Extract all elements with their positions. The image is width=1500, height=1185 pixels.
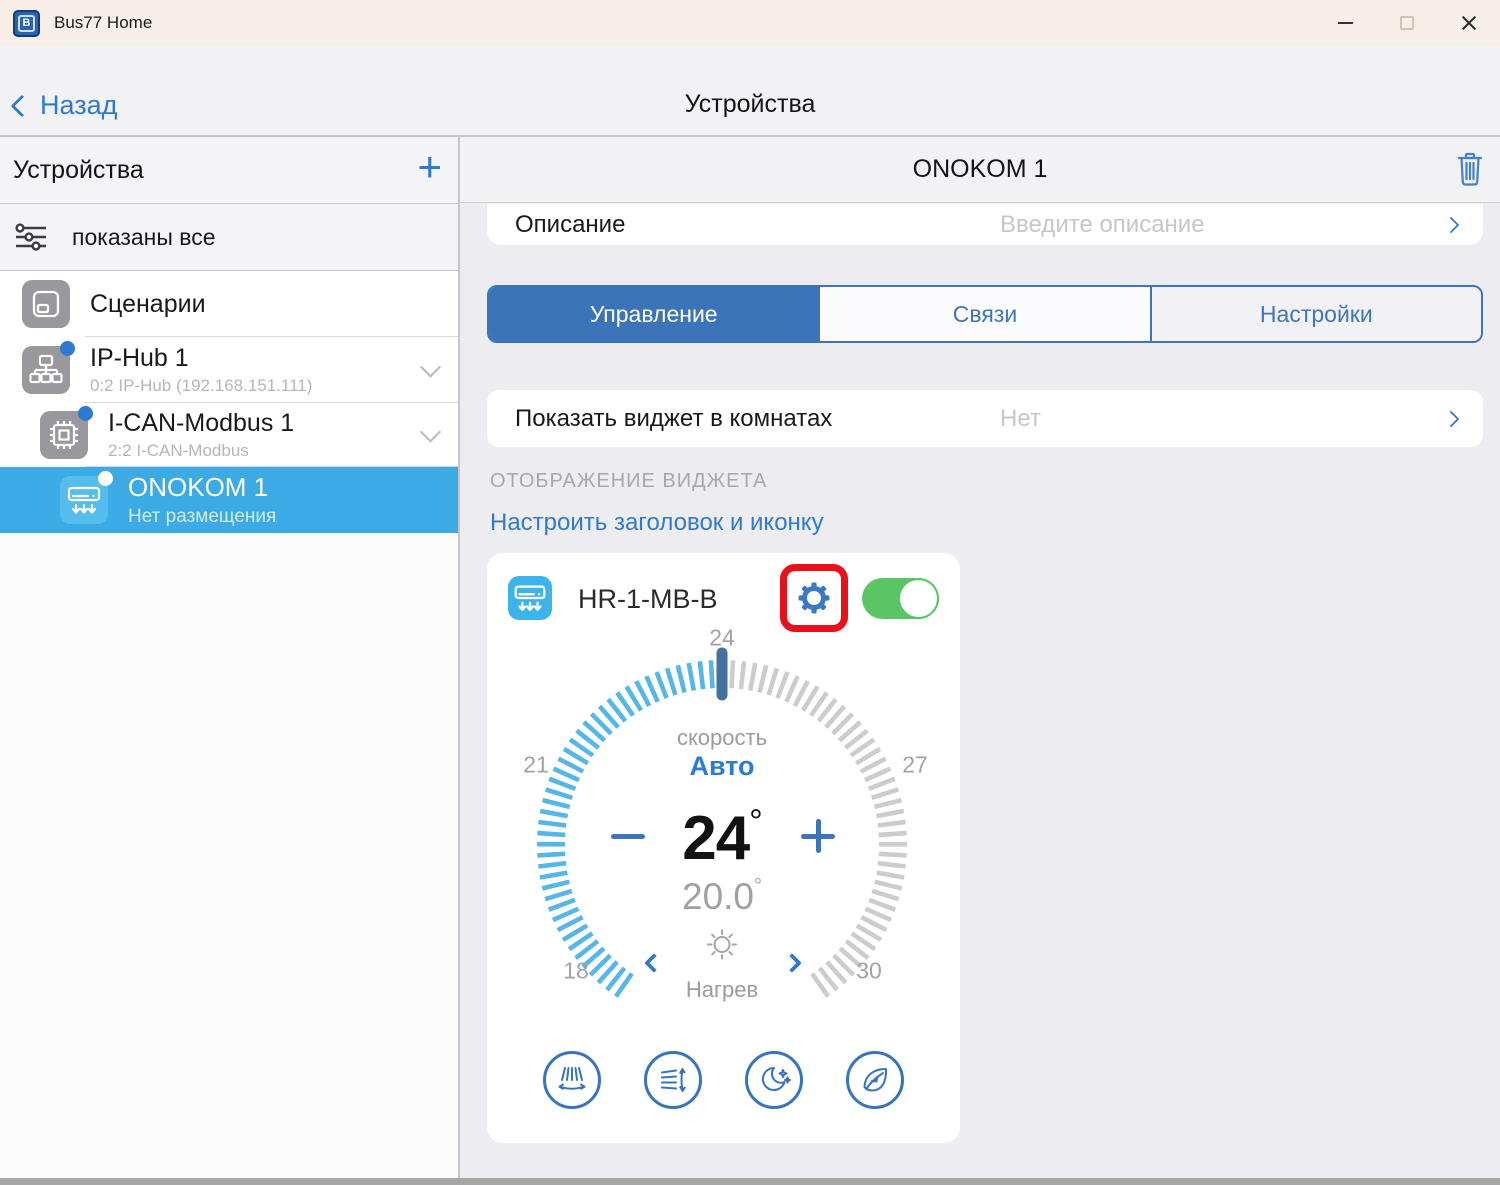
swing-vertical-icon [661,1068,686,1092]
swing-horizontal-icon [558,1067,586,1090]
item-subtitle: Нет размещения [128,506,277,527]
swing-horizontal-button[interactable] [543,1051,601,1109]
item-subtitle: 2:2 I-CAN-Modbus [108,441,249,460]
devices-sidebar: Устройства + показаны все Сценарии IP-Hu… [0,137,460,1185]
configure-title-icon-link[interactable]: Настроить заголовок и иконку [490,509,824,537]
add-device-button[interactable]: + [417,143,442,191]
item-label: ONOKOM 1 [128,472,269,502]
device-detail-panel: ONOKOM 1 Описание Введите описание Управ… [460,137,1500,1185]
maximize-button[interactable] [1376,0,1438,46]
night-mode-button[interactable] [745,1051,803,1109]
fan-speed-label: скорость [676,725,768,750]
sidebar-item-ip-hub[interactable]: IP-Hub 1 0:2 IP-Hub (192.168.151.111) [0,337,458,403]
widget-settings-button-highlighted[interactable] [780,564,848,632]
window-title: Bus77 Home [54,13,153,32]
gear-icon [798,582,830,614]
sidebar-title: Устройства [13,155,144,184]
scenarios-icon [22,280,70,328]
widget-title: HR-1-MB-B [578,584,718,614]
degree-symbol: ° [749,803,763,841]
tab-links[interactable]: Связи [818,287,1152,341]
status-badge [60,341,75,356]
status-badge [98,471,113,486]
widget-ac-icon [508,576,552,620]
dial-label-24: 24 [709,624,735,651]
degree-symbol: ° [754,875,763,897]
app-logo-letter: B [18,14,35,32]
status-badge [78,406,93,421]
device-title: ONOKOM 1 [912,155,1048,183]
sidebar-item-scenarios[interactable]: Сценарии [0,271,458,337]
eco-mode-button[interactable] [846,1051,904,1109]
nav-bar: Назад Устройства [0,46,1500,137]
filter-label: показаны все [72,223,216,250]
close-button[interactable] [1438,0,1500,46]
ac-unit-icon [60,471,113,524]
device-widget-card: HR-1-MB-B 24 21 27 18 30 скорость Авто 2… [487,553,960,1143]
fan-speed-value[interactable]: Авто [689,751,754,782]
ambient-temperature: 20.0° [681,875,763,917]
night-mode-icon [761,1066,791,1091]
close-icon [1460,14,1478,32]
plus-icon-v [815,819,821,853]
item-label: Сценарии [90,289,206,318]
mode-label: Нагрев [685,977,759,1002]
previous-mode-button[interactable] [644,953,664,973]
swing-vertical-button[interactable] [644,1051,702,1109]
item-label: IP-Hub 1 [90,344,189,372]
window-controls [1314,0,1500,46]
next-mode-button[interactable] [782,953,802,973]
decrease-temp-button[interactable] [606,814,650,858]
dial-label-21: 21 [523,751,549,778]
show-widget-rooms-row[interactable]: Показать виджет в комнатах Нет [487,390,1483,447]
increase-temp-button[interactable] [796,814,840,858]
sidebar-header: Устройства + [0,137,458,204]
filter-sliders-icon [15,223,46,251]
description-row[interactable]: Описание Введите описание [487,204,1483,245]
description-label: Описание [515,210,626,238]
sidebar-item-i-can-modbus[interactable]: I-CAN-Modbus 1 2:2 I-CAN-Modbus [0,403,458,467]
chevron-down-icon[interactable] [419,356,442,378]
maximize-icon [1400,16,1414,30]
widget-function-buttons [487,1051,960,1109]
widget-power-toggle[interactable] [862,578,939,619]
hub-icon [22,341,75,394]
filter-row[interactable]: показаны все [0,204,458,271]
toggle-knob [898,578,939,619]
dial-label-27: 27 [902,751,928,778]
horizontal-scrollbar[interactable] [0,1178,1500,1185]
app-logo-icon: B [13,9,40,37]
window-titlebar: B Bus77 Home [0,0,1500,46]
minus-icon [611,833,645,839]
chevron-right-icon [1442,216,1460,233]
heat-mode-sun-icon [700,923,744,972]
rooms-row-label: Показать виджет в комнатах [515,404,833,432]
minimize-icon [1337,22,1353,24]
widget-display-section-title: ОТОБРАЖЕНИЕ ВИДЖЕТА [490,470,768,492]
sidebar-item-onokom[interactable]: ONOKOM 1 Нет размещения [0,467,458,533]
rooms-row-value: Нет [1000,404,1041,432]
tab-control[interactable]: Управление [489,287,819,341]
delete-device-button[interactable] [1454,151,1486,192]
dial-label-30: 30 [856,957,882,984]
tab-settings[interactable]: Настройки [1151,287,1481,341]
setpoint-temperature: 24° [682,803,763,873]
item-label: I-CAN-Modbus 1 [108,409,295,437]
dial-label-18: 18 [563,957,589,984]
detail-tabs: Управление Связи Настройки [487,285,1483,343]
chip-icon [40,406,93,459]
description-placeholder: Введите описание [1000,210,1205,238]
chevron-down-icon[interactable] [419,421,442,443]
eco-leaf-icon [863,1068,888,1092]
chevron-right-icon [1442,410,1460,427]
minimize-button[interactable] [1314,0,1376,46]
item-subtitle: 0:2 IP-Hub (192.168.151.111) [90,376,313,395]
detail-header: ONOKOM 1 [460,137,1500,203]
trash-icon [1457,152,1483,186]
page-title: Устройства [684,90,816,118]
